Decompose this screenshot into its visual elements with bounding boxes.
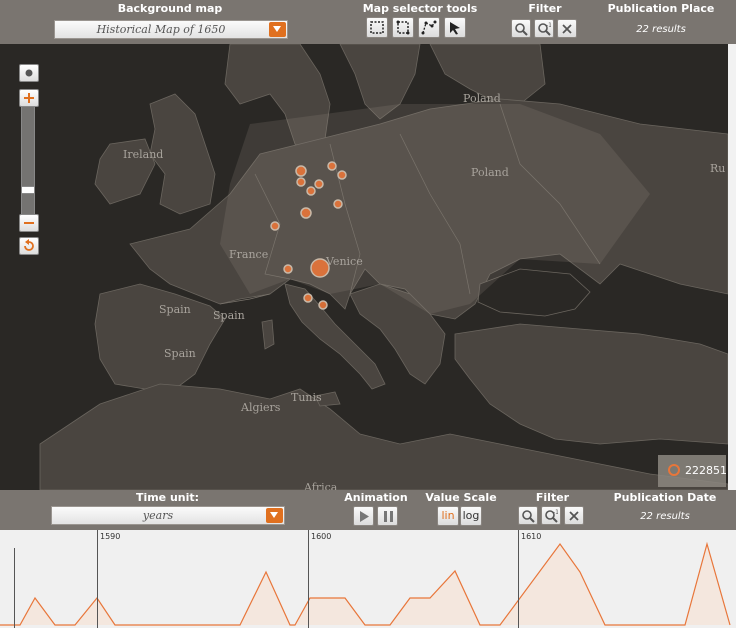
marker[interactable] — [306, 186, 316, 196]
value-scale-title: Value Scale — [425, 491, 497, 504]
timeline-axis — [14, 548, 15, 628]
publication-date-title: Publication Date — [613, 491, 717, 504]
top-toolbar: Background map Historical Map of 1650 Ma… — [0, 0, 736, 44]
pause-button[interactable] — [377, 506, 398, 526]
zoom-out-button[interactable] — [19, 214, 39, 232]
marker[interactable] — [283, 264, 293, 274]
tick-line-1600 — [308, 530, 309, 628]
lasso-select-icon[interactable] — [418, 17, 440, 38]
legend-ring-icon — [668, 464, 680, 476]
publication-date-results: 22 results — [640, 511, 690, 522]
reset-view-button[interactable] — [19, 237, 39, 255]
svg-text:-1: -1 — [553, 509, 558, 516]
marker[interactable] — [318, 300, 328, 310]
marker[interactable] — [333, 199, 343, 209]
zoom-in-filter-icon[interactable] — [518, 506, 538, 525]
rectangle-select-icon[interactable] — [366, 17, 388, 38]
background-map-dropdown[interactable]: Historical Map of 1650 — [54, 20, 288, 39]
legend-value: 222851 — [685, 464, 727, 477]
tick-label-1590: 1590 — [100, 532, 121, 541]
zoom-in-filter-icon[interactable] — [511, 19, 531, 38]
zoom-slider-handle[interactable] — [21, 186, 35, 194]
clear-filter-icon[interactable] — [564, 506, 584, 525]
marker[interactable] — [300, 207, 312, 219]
publication-place-title: Publication Place — [607, 2, 715, 15]
chevron-down-icon[interactable] — [266, 508, 283, 523]
zoom-slider-track[interactable] — [21, 107, 35, 214]
clear-filter-icon[interactable] — [557, 19, 577, 38]
tick-label-1610: 1610 — [521, 532, 542, 541]
play-button[interactable] — [353, 506, 374, 526]
tick-line-1610 — [518, 530, 519, 628]
time-unit-dropdown[interactable]: years — [51, 506, 285, 525]
zoom-in-button[interactable] — [19, 89, 39, 107]
size-legend: 222851 — [658, 455, 727, 487]
animation-title: Animation — [344, 491, 408, 504]
marker-venice[interactable] — [310, 258, 330, 278]
timeline-chart[interactable]: 1590 1600 1610 — [0, 530, 736, 628]
svg-text:-1: -1 — [546, 22, 551, 29]
marker[interactable] — [327, 161, 337, 171]
background-map-title: Background map — [117, 2, 223, 15]
tick-line-1590 — [97, 530, 98, 628]
bottom-toolbar: Time unit: years Animation Value Scale F… — [0, 490, 736, 530]
marker[interactable] — [303, 293, 313, 303]
filter-title-bottom: Filter — [535, 491, 570, 504]
time-unit-value: years — [142, 509, 174, 522]
map-canvas[interactable]: Ireland Poland Poland France Venice Spai… — [0, 44, 728, 490]
timeline-area — [0, 541, 731, 626]
map-selector-title: Map selector tools — [362, 2, 478, 15]
time-unit-title: Time unit: — [135, 491, 200, 504]
zoom-out-filter-icon[interactable]: -1 — [534, 19, 554, 38]
scale-log-button[interactable]: log — [460, 506, 482, 526]
tick-label-1600: 1600 — [311, 532, 332, 541]
marker[interactable] — [337, 170, 347, 180]
filter-title-top: Filter — [528, 2, 562, 15]
marker[interactable] — [296, 177, 306, 187]
chevron-down-icon[interactable] — [269, 22, 286, 37]
pan-reset-button[interactable] — [19, 64, 39, 82]
marker[interactable] — [314, 179, 324, 189]
publication-place-results: 22 results — [636, 24, 686, 35]
marker[interactable] — [270, 221, 280, 231]
background-map-value: Historical Map of 1650 — [96, 23, 226, 36]
polygon-select-icon[interactable] — [392, 17, 414, 38]
zoom-out-filter-icon[interactable]: -1 — [541, 506, 561, 525]
markers-layer — [270, 161, 347, 310]
pointer-select-icon[interactable] — [444, 17, 466, 38]
scale-lin-button[interactable]: lin — [437, 506, 459, 526]
marker[interactable] — [295, 165, 307, 177]
